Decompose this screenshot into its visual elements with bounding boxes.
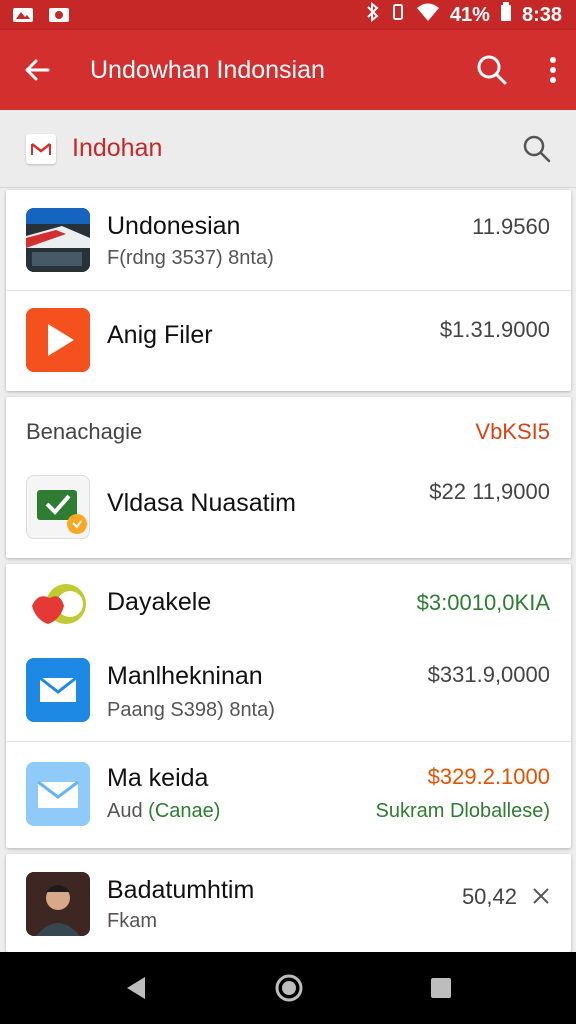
app-title: Undowhan Indonsian xyxy=(90,55,325,84)
news-photo-icon xyxy=(26,208,90,272)
section-value: VbKSI5 xyxy=(475,419,550,444)
item-amount: $3:0010,0KIA xyxy=(416,590,550,615)
item-subtitle: Paang S398) 8nta) xyxy=(107,699,275,721)
item-amount: 50,42 xyxy=(461,884,517,909)
more-options-icon[interactable] xyxy=(548,56,558,84)
list-item[interactable]: Ma keida Aud (Canae) $329.2.1000 Sukram … xyxy=(6,742,571,848)
item-title: Badatumhtim xyxy=(107,876,255,904)
close-icon[interactable] xyxy=(531,886,551,906)
card-4: Badatumhtim Fkam 50,42 xyxy=(6,854,571,952)
person-photo-icon xyxy=(26,872,90,936)
app-bar: Undowhan Indonsian xyxy=(0,30,576,110)
bluetooth-icon xyxy=(366,1,380,28)
item-title: Ma keida xyxy=(107,764,209,792)
search-row xyxy=(0,110,576,188)
navigation-bar xyxy=(0,952,576,1024)
item-title: Undonesian xyxy=(107,212,241,240)
list-item[interactable]: Vldasa Nuasatim $22 11,9000 xyxy=(6,467,571,558)
item-subtitle: Aud (Canae) xyxy=(107,800,220,823)
item-subtitle-tag: (Canae) xyxy=(148,800,221,822)
list-item[interactable]: Undonesian F(rdng 3537) 8nta) 11.9560 xyxy=(6,190,571,291)
wifi-icon xyxy=(416,2,440,28)
item-subtitle-text: Aud xyxy=(107,800,143,822)
item-title: Dayakele xyxy=(107,588,212,616)
mail-icon xyxy=(26,658,90,722)
item-amount: 11.9560 xyxy=(472,214,550,239)
notification-icon xyxy=(12,7,34,23)
list-item[interactable]: Manlhekninan Paang S398) 8nta) $331.9,00… xyxy=(6,644,571,742)
envelope-icon xyxy=(26,762,90,826)
battery-percent: 41% xyxy=(449,3,490,26)
play-icon xyxy=(26,308,90,372)
search-input[interactable] xyxy=(70,133,522,164)
recents-icon[interactable] xyxy=(429,976,453,1000)
item-title: Manlhekninan xyxy=(107,662,263,690)
home-icon[interactable] xyxy=(274,973,304,1003)
list-item[interactable]: Badatumhtim Fkam 50,42 xyxy=(6,854,571,952)
item-amount: $1.31.9000 xyxy=(439,317,550,342)
item-title: Vldasa Nuasatim xyxy=(107,489,296,517)
vibrate-icon xyxy=(390,3,406,27)
list-item[interactable]: Dayakele $3:0010,0KIA xyxy=(6,564,571,644)
back-icon[interactable] xyxy=(123,975,149,1001)
section-title: Benachagie xyxy=(26,419,143,444)
item-amount: $22 11,9000 xyxy=(429,479,550,504)
item-subtitle: Fkam xyxy=(107,910,157,932)
battery-icon xyxy=(500,2,512,28)
status-bar: 41% 8:38 xyxy=(0,0,576,30)
back-arrow-icon[interactable] xyxy=(22,55,52,85)
item-amount-note: Sukram Dloballese) xyxy=(375,800,550,822)
search-field-icon[interactable] xyxy=(522,134,552,164)
card-1: Undonesian F(rdng 3537) 8nta) 11.9560 An… xyxy=(6,190,571,391)
image-notification-icon xyxy=(48,7,70,23)
item-amount: $329.2.1000 xyxy=(427,764,550,789)
clock: 8:38 xyxy=(521,3,562,26)
search-icon[interactable] xyxy=(476,54,508,86)
card-3: Dayakele $3:0010,0KIA Manlhekninan Paang… xyxy=(6,564,571,848)
item-subtitle: F(rdng 3537) 8nta) xyxy=(107,247,274,269)
list-item[interactable]: Anig Filer $1.31.9000 xyxy=(6,291,571,391)
fruit-icon xyxy=(26,576,90,640)
card-2: Benachagie VbKSI5 Vldasa Nuasatim $22 11… xyxy=(6,397,571,558)
gmail-logo-icon xyxy=(26,133,56,164)
checkmark-mail-icon xyxy=(26,475,90,539)
item-amount: $331.9,0000 xyxy=(427,662,550,687)
item-title: Anig Filer xyxy=(107,321,213,349)
